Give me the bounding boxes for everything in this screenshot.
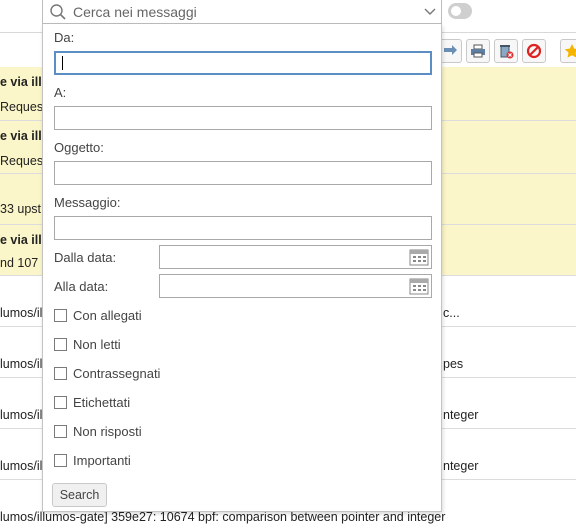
date-from-label: Dalla data: [54,250,117,265]
message-subject: Reques [0,154,44,168]
date-to-field[interactable] [159,274,432,298]
calendar-icon[interactable] [409,277,429,295]
to-field[interactable] [54,106,432,130]
forward-icon [444,45,457,55]
filter-flagged[interactable]: Contrassegnati [54,366,160,381]
message-subject: lumos/il [0,306,43,320]
message-toolbar [438,39,576,65]
message-subject: Reques [0,100,44,114]
checkbox-label: Importanti [73,453,131,468]
message-subject: nd 107 [0,256,39,270]
filter-unanswered[interactable]: Non risposti [54,424,142,439]
checkbox[interactable] [54,367,67,380]
filter-important[interactable]: Importanti [54,453,131,468]
date-to-label: Alla data: [54,279,109,294]
star-icon [564,44,576,58]
text-caret [62,56,63,70]
message-subject: 33 upst [0,202,42,216]
message-subject-tail: nteger [443,459,479,473]
message-subject-tail: pes [443,357,464,371]
toggle-switch[interactable] [448,3,472,19]
printer-icon [471,44,485,58]
to-label: A: [54,85,67,100]
checkbox[interactable] [54,454,67,467]
subject-label: Oggetto: [54,140,104,155]
favorite-button[interactable] [560,39,576,63]
delete-icon [500,45,514,59]
message-field[interactable] [54,216,432,240]
checkbox[interactable] [54,396,67,409]
subject-field[interactable] [54,161,432,185]
chevron-down-icon[interactable] [419,1,441,23]
date-from-field[interactable] [159,245,432,269]
message-subject: lumos/il [0,459,43,473]
message-label: Messaggio: [54,195,121,210]
filter-with-attachments[interactable]: Con allegati [54,308,142,323]
checkbox-label: Contrassegnati [73,366,161,381]
calendar-icon[interactable] [409,248,429,266]
checkbox[interactable] [54,309,67,322]
from-label: Da: [54,30,75,45]
search-bar [42,0,442,24]
print-button[interactable] [466,39,490,63]
message-subject: lumos/il [0,357,43,371]
checkbox[interactable] [54,338,67,351]
search-icon [47,1,69,23]
search-button[interactable]: Search [52,483,107,507]
filter-labeled[interactable]: Etichettati [54,395,130,410]
block-icon [526,43,542,59]
search-input[interactable] [69,0,419,23]
advanced-search-panel: Da: A: Oggetto: Messaggio: Dalla data: A… [42,24,442,512]
checkbox-label: Non letti [73,337,121,352]
checkbox-label: Con allegati [73,308,142,323]
checkbox-label: Non risposti [73,424,142,439]
checkbox[interactable] [54,425,67,438]
message-subject-tail: nteger [443,408,479,422]
checkbox-label: Etichettati [73,395,131,410]
message-subject-tail: c... [443,306,460,320]
block-button[interactable] [522,39,546,63]
message-subject: lumos/illumos-gate] 359e27: 10674 bpf: c… [0,510,446,524]
delete-button[interactable] [494,39,518,63]
filter-unread[interactable]: Non letti [54,337,121,352]
from-field[interactable] [54,51,432,75]
message-subject: lumos/il [0,408,43,422]
